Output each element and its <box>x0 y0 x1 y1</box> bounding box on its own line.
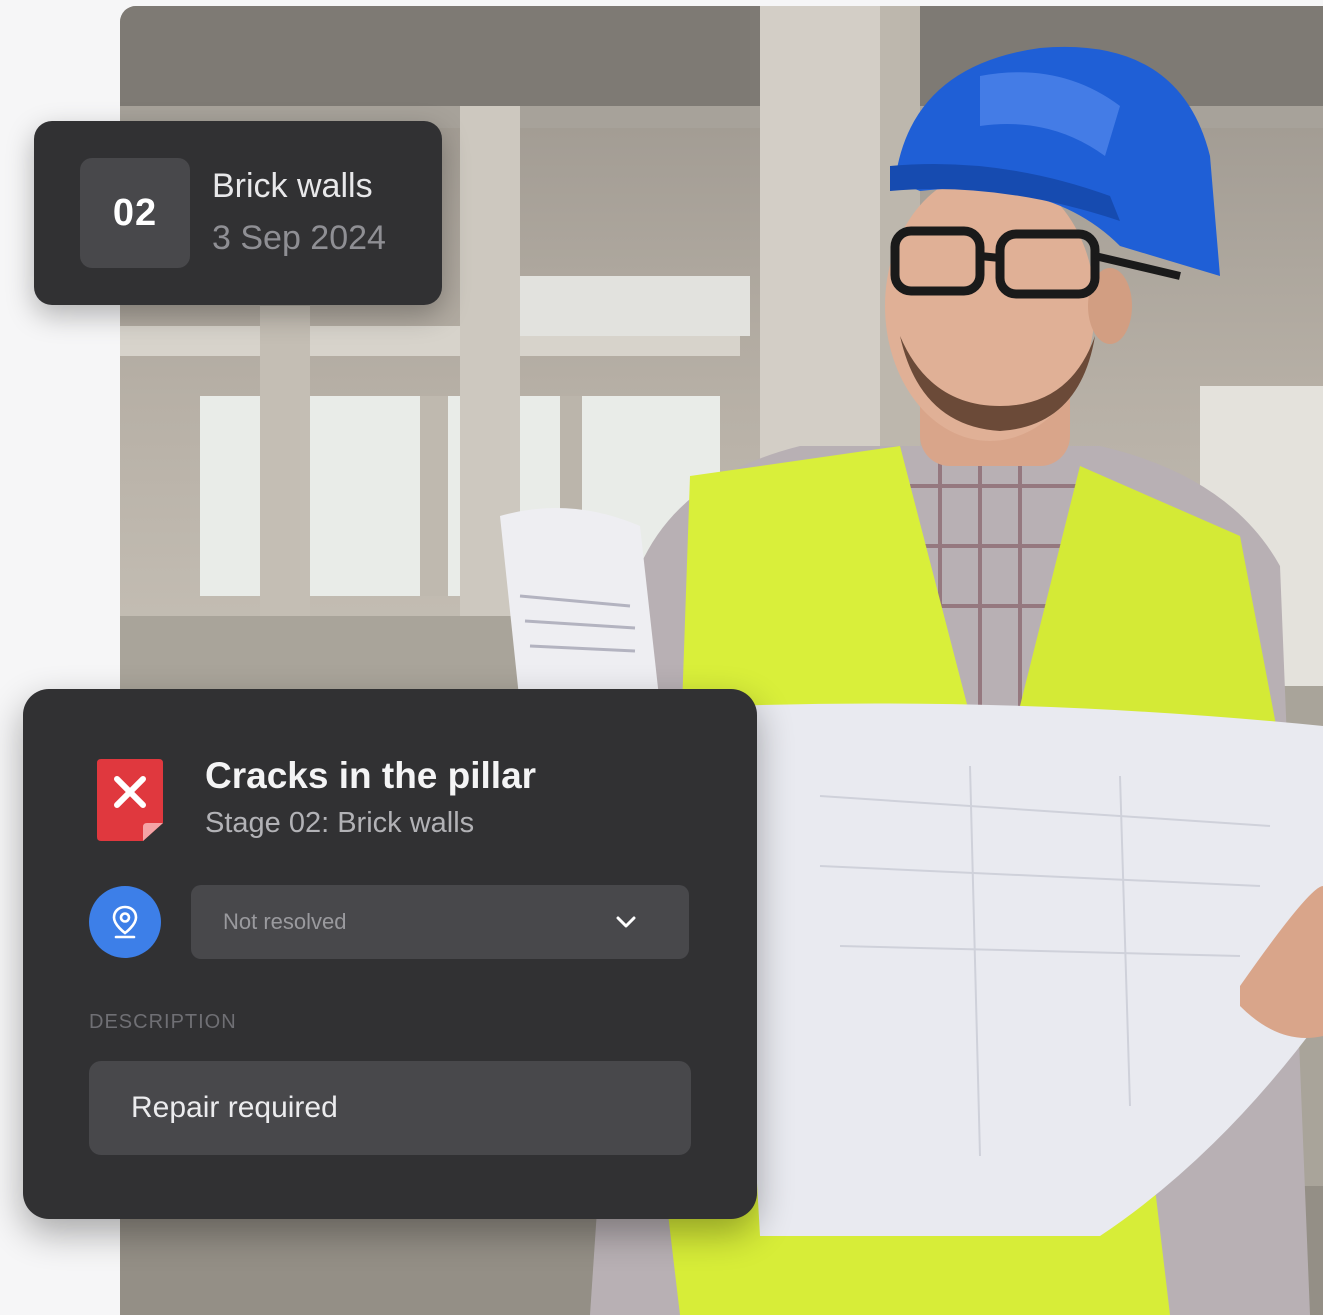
location-pin-icon <box>112 905 138 939</box>
issue-subtitle: Stage 02: Brick walls <box>205 807 475 839</box>
status-dropdown[interactable]: Not resolved <box>191 885 689 959</box>
issue-card: Cracks in the pillar Stage 02: Brick wal… <box>23 689 757 1219</box>
stage-card[interactable]: 02 Brick walls 3 Sep 2024 <box>34 121 442 305</box>
description-label: DESCRIPTION <box>89 1011 237 1033</box>
chevron-down-icon <box>616 916 636 928</box>
description-text: Repair required <box>131 1091 338 1124</box>
stage-number: 02 <box>112 191 158 234</box>
stage-title: Brick walls <box>212 167 373 205</box>
description-field[interactable]: Repair required <box>89 1061 691 1155</box>
stage-number-badge: 02 <box>80 158 190 268</box>
status-value: Not resolved <box>223 909 347 934</box>
stage-date: 3 Sep 2024 <box>212 219 386 257</box>
location-button[interactable] <box>89 886 161 958</box>
document-error-icon <box>97 759 163 841</box>
issue-title: Cracks in the pillar <box>205 755 537 796</box>
